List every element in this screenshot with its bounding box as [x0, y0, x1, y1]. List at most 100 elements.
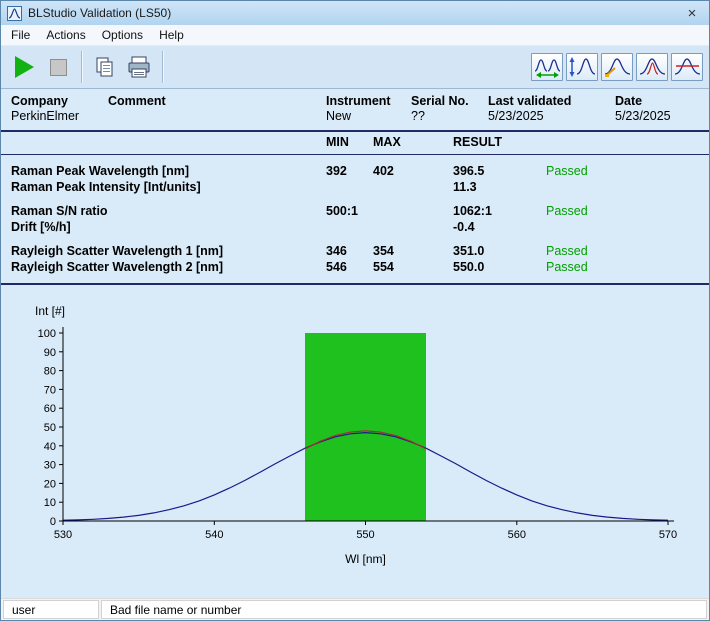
title-bar: BLStudio Validation (LS50) × — [1, 1, 709, 25]
table-row: Rayleigh Scatter Wavelength 2 [nm] 546 5… — [1, 259, 709, 275]
row-label: Raman S/N ratio — [11, 203, 326, 219]
row-max: 402 — [373, 163, 453, 179]
svg-text:30: 30 — [44, 460, 56, 472]
toolbar — [1, 46, 709, 89]
validation-chart: 0102030405060708090100530540550560570Int… — [1, 287, 701, 587]
svg-text:560: 560 — [508, 529, 526, 541]
row-label: Rayleigh Scatter Wavelength 2 [nm] — [11, 259, 326, 275]
row-min — [326, 219, 373, 235]
max-header: MAX — [373, 134, 453, 151]
row-label: Rayleigh Scatter Wavelength 1 [nm] — [11, 243, 326, 259]
menu-bar: File Actions Options Help — [1, 25, 709, 46]
svg-text:540: 540 — [205, 529, 223, 541]
row-label: Raman Peak Intensity [Int/units] — [11, 179, 326, 195]
menu-help[interactable]: Help — [151, 26, 192, 44]
menu-file[interactable]: File — [3, 26, 38, 44]
row-max — [373, 179, 453, 195]
svg-text:90: 90 — [44, 347, 56, 359]
last-validated-value: 5/23/2025 — [488, 109, 615, 124]
toolbar-separator — [162, 51, 163, 83]
stop-icon — [50, 59, 67, 76]
rayleigh-group: Rayleigh Scatter Wavelength 1 [nm] 346 3… — [1, 243, 709, 275]
row-max: 554 — [373, 259, 453, 275]
svg-text:10: 10 — [44, 497, 56, 509]
copy-button[interactable] — [88, 50, 122, 84]
statusbar-message: Bad file name or number — [101, 600, 707, 619]
company-value: PerkinElmer — [11, 109, 108, 124]
svg-text:0: 0 — [50, 516, 56, 528]
date-value: 5/23/2025 — [615, 109, 709, 124]
status-badge — [546, 179, 709, 195]
overlay-peak-button[interactable] — [636, 53, 668, 81]
peak-pick-button[interactable] — [601, 53, 633, 81]
table-row: Raman S/N ratio 500:1 1062:1 Passed — [1, 203, 709, 219]
svg-text:530: 530 — [54, 529, 72, 541]
results-header-row: MIN MAX RESULT — [1, 134, 709, 155]
row-min: 546 — [326, 259, 373, 275]
row-result: 1062:1 — [453, 203, 546, 219]
baseline-icon — [674, 56, 701, 78]
copy-icon — [93, 55, 117, 79]
svg-text:Int [#]: Int [#] — [35, 304, 65, 318]
svg-text:550: 550 — [356, 529, 374, 541]
svg-text:50: 50 — [44, 422, 56, 434]
status-badge: Passed — [546, 259, 709, 275]
instrument-value: New — [326, 109, 411, 124]
results-table: MIN MAX RESULT Raman Peak Wavelength [nm… — [1, 130, 709, 285]
peak-pick-icon — [604, 56, 631, 78]
comment-label: Comment — [108, 94, 326, 109]
fit-vertical-button[interactable] — [566, 53, 598, 81]
menu-actions[interactable]: Actions — [38, 26, 93, 44]
result-header: RESULT — [453, 134, 546, 151]
row-min — [326, 179, 373, 195]
status-bar: user Bad file name or number — [1, 598, 709, 620]
row-result: -0.4 — [453, 219, 546, 235]
table-row: Raman Peak Wavelength [nm] 392 402 396.5… — [1, 163, 709, 179]
row-label: Drift [%/h] — [11, 219, 326, 235]
statusbar-user: user — [3, 600, 99, 619]
raman-peak-group: Raman Peak Wavelength [nm] 392 402 396.5… — [1, 163, 709, 195]
svg-text:570: 570 — [659, 529, 677, 541]
table-row: Raman Peak Intensity [Int/units] 11.3 — [1, 179, 709, 195]
fit-horizontal-icon — [534, 56, 561, 78]
svg-text:60: 60 — [44, 403, 56, 415]
date-field: Date 5/23/2025 — [615, 94, 709, 124]
date-label: Date — [615, 94, 709, 109]
fit-vertical-icon — [569, 56, 596, 78]
row-result: 351.0 — [453, 243, 546, 259]
serial-field: Serial No. ?? — [411, 94, 488, 124]
row-min: 392 — [326, 163, 373, 179]
min-header: MIN — [326, 134, 373, 151]
chart-area: 0102030405060708090100530540550560570Int… — [1, 287, 709, 587]
toolbar-separator — [81, 51, 82, 83]
print-button[interactable] — [122, 50, 156, 84]
serial-value: ?? — [411, 109, 488, 124]
app-window: BLStudio Validation (LS50) × File Action… — [0, 0, 710, 621]
table-row: Drift [%/h] -0.4 — [1, 219, 709, 235]
serial-label: Serial No. — [411, 94, 488, 109]
svg-text:80: 80 — [44, 366, 56, 378]
row-max — [373, 203, 453, 219]
validation-info-header: Company PerkinElmer Comment Instrument N… — [1, 89, 709, 130]
baseline-button[interactable] — [671, 53, 703, 81]
close-button[interactable]: × — [675, 1, 709, 25]
play-icon — [15, 56, 34, 78]
svg-text:100: 100 — [38, 328, 56, 340]
svg-text:70: 70 — [44, 384, 56, 396]
instrument-field: Instrument New — [326, 94, 411, 124]
print-icon — [126, 55, 152, 79]
row-label: Raman Peak Wavelength [nm] — [11, 163, 326, 179]
menu-options[interactable]: Options — [94, 26, 151, 44]
company-label: Company — [11, 94, 108, 109]
run-button[interactable] — [7, 50, 41, 84]
fit-horizontal-button[interactable] — [531, 53, 563, 81]
status-badge: Passed — [546, 203, 709, 219]
svg-text:Wl [nm]: Wl [nm] — [345, 552, 386, 566]
window-title: BLStudio Validation (LS50) — [28, 6, 675, 20]
stop-button[interactable] — [41, 50, 75, 84]
row-min: 346 — [326, 243, 373, 259]
raman-sn-group: Raman S/N ratio 500:1 1062:1 Passed Drif… — [1, 203, 709, 235]
status-badge: Passed — [546, 243, 709, 259]
table-row: Rayleigh Scatter Wavelength 1 [nm] 346 3… — [1, 243, 709, 259]
row-result: 396.5 — [453, 163, 546, 179]
